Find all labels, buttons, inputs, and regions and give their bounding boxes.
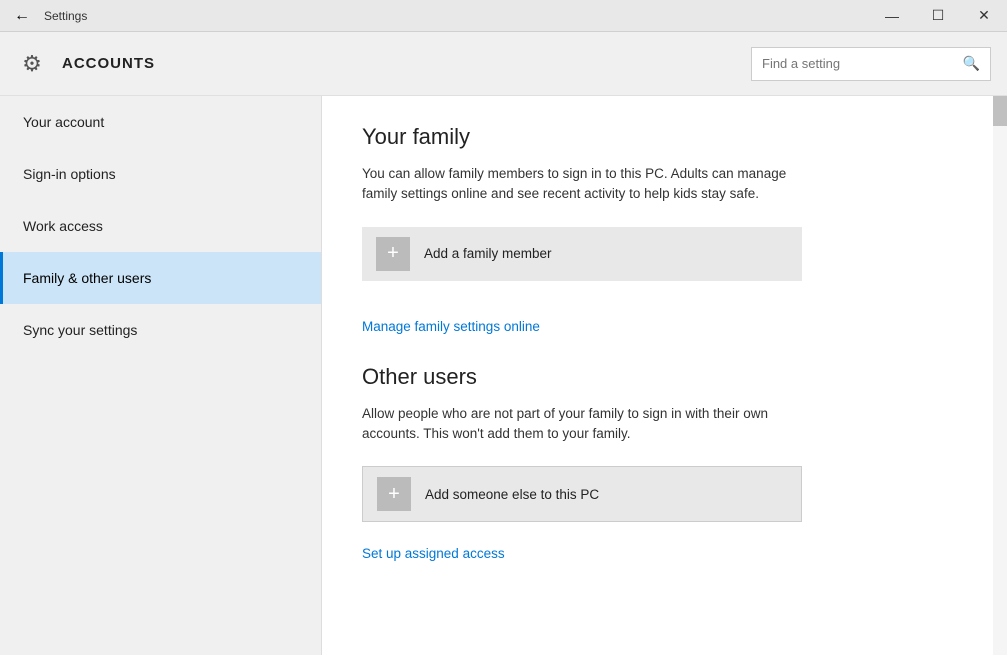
- sidebar-item-sync-settings[interactable]: Sync your settings: [0, 304, 321, 356]
- add-family-member-label: Add a family member: [424, 246, 552, 261]
- app-header: ⚙ ACCOUNTS 🔍: [0, 32, 1007, 96]
- gear-icon: ⚙: [16, 48, 48, 80]
- search-box[interactable]: 🔍: [751, 47, 991, 81]
- back-icon: ←: [14, 7, 30, 25]
- other-users-section: Other users Allow people who are not par…: [362, 364, 967, 592]
- search-input[interactable]: [762, 56, 963, 71]
- add-other-user-label: Add someone else to this PC: [425, 487, 599, 502]
- scrollbar-thumb[interactable]: [993, 96, 1007, 126]
- content-area: Your family You can allow family members…: [322, 96, 1007, 655]
- other-users-title: Other users: [362, 364, 967, 390]
- sidebar-item-sign-in-options[interactable]: Sign-in options: [0, 148, 321, 200]
- family-description: You can allow family members to sign in …: [362, 164, 792, 205]
- back-button[interactable]: ←: [8, 2, 36, 30]
- manage-family-link-container: Manage family settings online: [362, 309, 967, 364]
- window-controls: — ☐ ✕: [869, 0, 1007, 32]
- app-title: ACCOUNTS: [62, 55, 155, 72]
- family-section: Your family You can allow family members…: [362, 124, 967, 364]
- setup-access-link-container: Set up assigned access: [362, 536, 967, 591]
- close-button[interactable]: ✕: [961, 0, 1007, 32]
- setup-access-link[interactable]: Set up assigned access: [362, 546, 505, 561]
- add-family-member-button[interactable]: + Add a family member: [362, 227, 802, 281]
- sidebar-item-your-account[interactable]: Your account: [0, 96, 321, 148]
- scrollbar[interactable]: [993, 96, 1007, 655]
- sidebar-item-work-access[interactable]: Work access: [0, 200, 321, 252]
- window-title: Settings: [44, 9, 87, 23]
- family-title: Your family: [362, 124, 967, 150]
- plus-icon-other: +: [377, 477, 411, 511]
- maximize-button[interactable]: ☐: [915, 0, 961, 32]
- sidebar: Your account Sign-in options Work access…: [0, 96, 322, 655]
- other-users-description: Allow people who are not part of your fa…: [362, 404, 792, 445]
- plus-icon: +: [376, 237, 410, 271]
- manage-family-link[interactable]: Manage family settings online: [362, 319, 540, 334]
- sidebar-item-family-other-users[interactable]: Family & other users: [0, 252, 321, 304]
- minimize-button[interactable]: —: [869, 0, 915, 32]
- add-other-user-button[interactable]: + Add someone else to this PC: [362, 466, 802, 522]
- search-icon: 🔍: [963, 55, 980, 72]
- main-layout: Your account Sign-in options Work access…: [0, 96, 1007, 655]
- title-bar: ← Settings — ☐ ✕: [0, 0, 1007, 32]
- header-left: ⚙ ACCOUNTS: [16, 48, 155, 80]
- title-bar-left: ← Settings: [8, 2, 87, 30]
